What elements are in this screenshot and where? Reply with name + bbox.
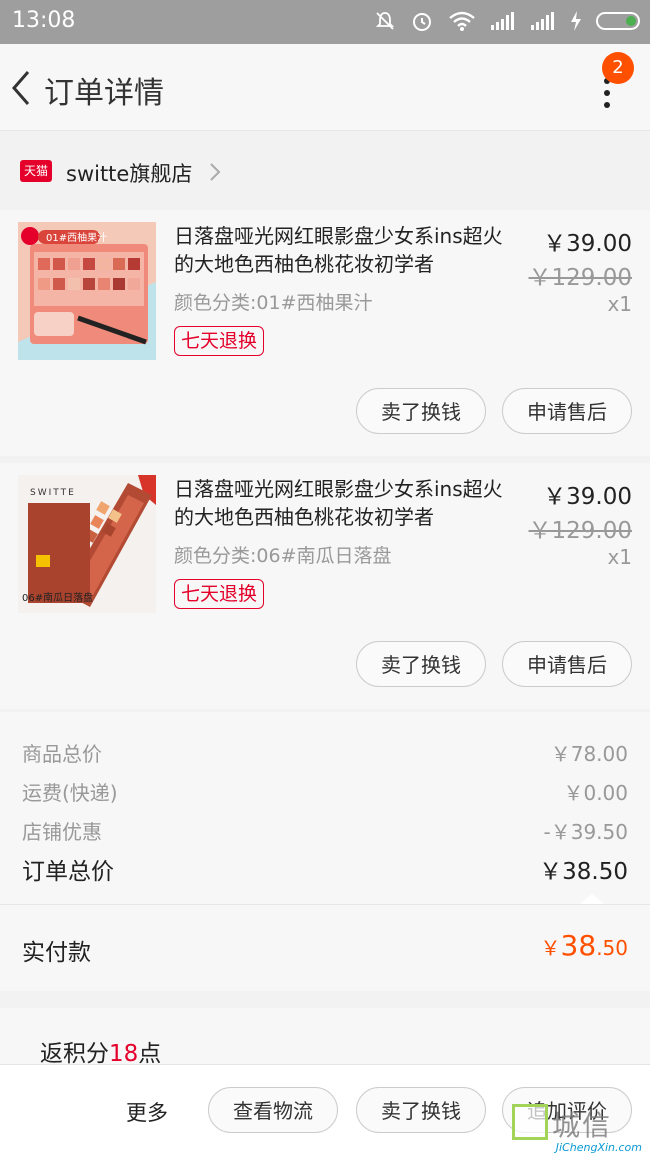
order-total-label: 订单总价 xyxy=(22,859,114,885)
signal-icon xyxy=(491,12,514,30)
product-spec: 颜色分类:06#南瓜日落盘 xyxy=(174,545,392,567)
price-current: ￥39.00 xyxy=(543,231,632,257)
return-policy-tag: 七天退换 xyxy=(174,579,265,609)
tmall-logo-icon: 天猫 xyxy=(20,160,52,182)
after-sales-button[interactable]: 申请售后 xyxy=(502,388,632,434)
discount-row: 店铺优惠 -￥39.50 xyxy=(22,816,628,845)
more-button[interactable]: 更多 xyxy=(126,1097,168,1127)
thumb-caption: 06#南瓜日落盘 xyxy=(22,591,93,604)
goods-total-label: 商品总价 xyxy=(22,742,102,766)
back-arrow-icon[interactable] xyxy=(8,68,36,108)
watermark-icon xyxy=(512,1104,548,1140)
status-time: 13:08 xyxy=(12,8,76,33)
price-original: ￥129.00 xyxy=(528,518,632,544)
nav-bar: 订单详情 2 xyxy=(0,44,650,131)
currency-symbol: ￥ xyxy=(540,936,561,960)
amount-integer: 38 xyxy=(560,929,597,962)
thumb-caption: 01#西柚果汁 xyxy=(46,231,107,244)
goods-total-value: ￥78.00 xyxy=(550,742,628,766)
watermark-logo: 城信 JiChengXin.com xyxy=(512,1098,642,1154)
battery-icon xyxy=(596,12,640,30)
watermark-subtext: JiChengXin.com xyxy=(555,1141,642,1154)
shipping-value: ￥0.00 xyxy=(563,781,628,805)
watermark-text: 城信 xyxy=(552,1109,613,1142)
actual-payment: 实付款 ￥38.50 xyxy=(0,904,650,991)
store-header[interactable]: 天猫 switte旗舰店 xyxy=(0,146,650,198)
discount-value: -￥39.50 xyxy=(543,820,628,844)
chevron-right-icon xyxy=(210,163,221,181)
discount-label: 店铺优惠 xyxy=(22,820,102,844)
product-title[interactable]: 日落盘哑光网红眼影盘少女系ins超火的大地色西柚色桃花妆初学者 xyxy=(174,475,514,531)
status-bar: 13:08 xyxy=(0,0,650,44)
quantity: x1 xyxy=(607,292,632,316)
actual-payment-label: 实付款 xyxy=(22,940,91,966)
product-spec: 颜色分类:01#西柚果汁 xyxy=(174,292,373,314)
order-item[interactable]: 01#西柚果汁 日落盘哑光网红眼影盘少女系ins超火的大地色西柚色桃花妆初学者 … xyxy=(0,210,650,456)
reward-points: 返积分18点 xyxy=(0,1008,650,1068)
sell-button[interactable]: 卖了换钱 xyxy=(356,1087,486,1133)
shipping-label: 运费(快递) xyxy=(22,781,118,805)
charging-icon xyxy=(571,11,581,31)
order-total-row: 订单总价 ￥38.50 xyxy=(22,852,628,886)
notification-badge: 2 xyxy=(602,52,634,84)
quantity: x1 xyxy=(607,545,632,569)
product-image[interactable]: SWITTE 06#南瓜日落盘 xyxy=(18,475,156,613)
sell-button[interactable]: 卖了换钱 xyxy=(356,641,486,687)
alarm-icon xyxy=(413,13,431,31)
wifi-icon xyxy=(449,11,475,31)
amount-decimal: .50 xyxy=(596,936,628,960)
order-item[interactable]: SWITTE 06#南瓜日落盘 日落盘哑光网红眼影盘少女系ins超火的大地色西柚… xyxy=(0,463,650,709)
signal-icon-2 xyxy=(531,12,554,30)
points-text: 返积分18点 xyxy=(40,1034,161,1068)
more-menu-icon[interactable] xyxy=(604,78,614,114)
after-sales-button[interactable]: 申请售后 xyxy=(502,641,632,687)
page-title: 订单详情 xyxy=(44,76,164,111)
store-name[interactable]: switte旗舰店 xyxy=(66,158,192,188)
price-current: ￥39.00 xyxy=(543,484,632,510)
view-logistics-button[interactable]: 查看物流 xyxy=(208,1087,338,1133)
thumb-brand: SWITTE xyxy=(30,488,76,498)
sell-button[interactable]: 卖了换钱 xyxy=(356,388,486,434)
price-original: ￥129.00 xyxy=(528,265,632,291)
bottom-action-bar: 更多 查看物流 卖了换钱 追加评价 城信 JiChengXin.com xyxy=(0,1064,650,1156)
return-policy-tag: 七天退换 xyxy=(174,326,265,356)
notch-indicator xyxy=(580,894,604,904)
mute-icon xyxy=(375,12,395,30)
status-icons xyxy=(374,9,640,33)
shipping-row: 运费(快递) ￥0.00 xyxy=(22,777,628,806)
order-total-value: ￥38.50 xyxy=(539,859,628,885)
goods-total-row: 商品总价 ￥78.00 xyxy=(22,738,628,767)
actual-payment-amount: ￥38.50 xyxy=(541,929,628,962)
product-title[interactable]: 日落盘哑光网红眼影盘少女系ins超火的大地色西柚色桃花妆初学者 xyxy=(174,222,514,278)
product-image[interactable]: 01#西柚果汁 xyxy=(18,222,156,360)
price-summary: 商品总价 ￥78.00 运费(快递) ￥0.00 店铺优惠 -￥39.50 订单… xyxy=(0,712,650,904)
